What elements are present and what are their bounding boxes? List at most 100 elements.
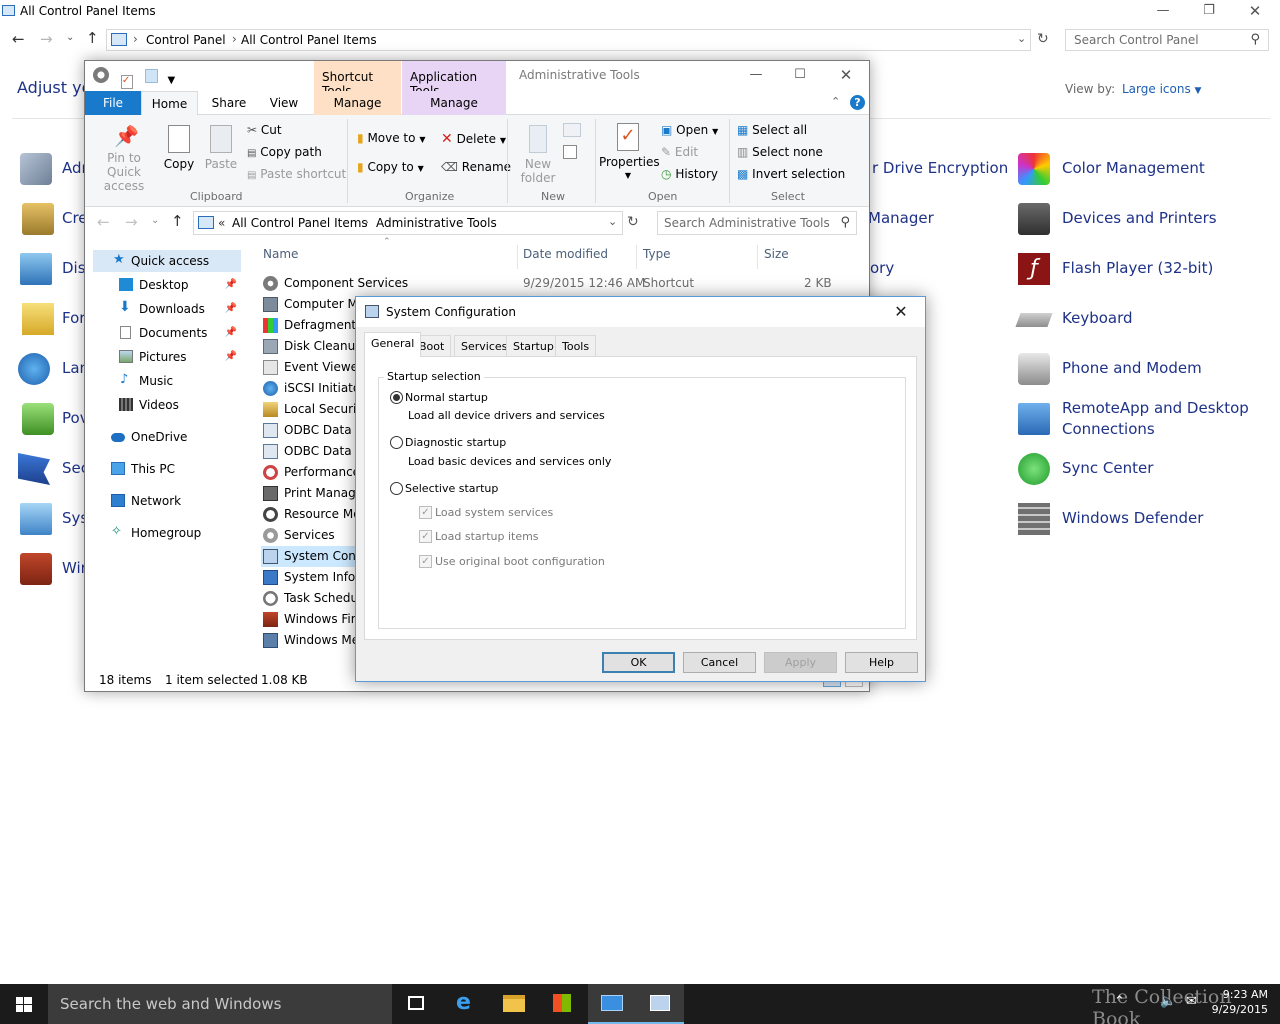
pin-icon[interactable]: 📌 <box>225 327 237 338</box>
gear-icon[interactable] <box>93 67 109 83</box>
search-control-panel-input[interactable]: Search Control Panel ⚲ <box>1065 29 1269 51</box>
column-divider[interactable] <box>517 245 518 269</box>
file-row[interactable]: Component Services 9/29/2015 12:46 AM Sh… <box>261 273 861 294</box>
load-startup-items-checkbox[interactable]: ✓ <box>419 530 432 543</box>
open-button[interactable]: ▣ Open ▼ <box>661 123 718 137</box>
nav-pictures[interactable]: Pictures 📌 <box>93 346 241 368</box>
breadcrumb-control-panel[interactable]: Control Panel <box>146 33 226 47</box>
column-header-size[interactable]: Size <box>764 247 789 261</box>
nav-homegroup[interactable]: ✧ Homegroup <box>93 522 241 544</box>
pin-icon[interactable]: 📌 <box>225 303 237 314</box>
new-folder-icon[interactable] <box>144 69 158 83</box>
move-to-button[interactable]: ▮ Move to ▼ <box>357 131 425 145</box>
control-panel-taskbar-button[interactable] <box>588 984 636 1024</box>
customize-qat-icon[interactable]: ▼ <box>167 75 175 86</box>
column-header-name[interactable]: Name <box>263 247 298 261</box>
refresh-icon[interactable]: ↻ <box>627 214 639 230</box>
nav-this-pc[interactable]: This PC <box>93 458 241 480</box>
up-arrow-icon[interactable]: ↑ <box>171 212 184 230</box>
new-item-icon[interactable] <box>563 123 581 137</box>
cp-item-display[interactable]: Dis <box>62 259 86 277</box>
minimize-button[interactable]: — <box>733 64 779 88</box>
cp-item-color-management[interactable]: Color Management <box>1062 159 1205 177</box>
cp-item-remoteapp-line2[interactable]: Connections <box>1062 420 1155 438</box>
forward-arrow-icon[interactable]: → <box>40 30 53 48</box>
cut-button[interactable]: ✂ Cut <box>247 123 282 137</box>
tab-manage-application[interactable]: Manage <box>402 91 506 115</box>
start-button[interactable] <box>0 984 48 1024</box>
easy-access-icon[interactable] <box>563 145 577 159</box>
close-button[interactable]: ✕ <box>886 301 916 323</box>
invert-selection-button[interactable]: ▩ Invert selection <box>737 167 845 181</box>
refresh-icon[interactable]: ↻ <box>1037 31 1049 47</box>
copy-button[interactable]: Copy <box>159 125 199 171</box>
column-divider[interactable] <box>757 245 758 269</box>
breadcrumb-all-items[interactable]: All Control Panel Items <box>232 216 368 230</box>
column-header-type[interactable]: Type <box>643 247 671 261</box>
back-arrow-icon[interactable]: ← <box>97 213 110 231</box>
breadcrumb-all-items[interactable]: All Control Panel Items <box>241 33 377 47</box>
normal-startup-radio[interactable] <box>390 391 403 404</box>
close-button[interactable]: ✕ <box>1232 0 1278 24</box>
cp-item-sync-center[interactable]: Sync Center <box>1062 459 1153 477</box>
nav-quick-access[interactable]: ★ Quick access <box>93 250 241 272</box>
action-center-icon[interactable]: ✉ <box>1186 994 1197 1009</box>
nav-videos[interactable]: Videos <box>93 394 241 416</box>
cp-item-remoteapp[interactable]: RemoteApp and Desktop <box>1062 399 1249 417</box>
new-folder-button[interactable]: New folder <box>515 125 561 185</box>
up-arrow-icon[interactable]: ↑ <box>86 29 99 47</box>
select-all-button[interactable]: ▦ Select all <box>737 123 807 137</box>
nav-onedrive[interactable]: OneDrive <box>93 426 241 448</box>
store-button[interactable] <box>538 984 586 1024</box>
use-original-boot-checkbox[interactable]: ✓ <box>419 555 432 568</box>
nav-desktop[interactable]: Desktop 📌 <box>93 274 241 296</box>
history-button[interactable]: ◷ History <box>661 167 718 181</box>
view-by-dropdown[interactable]: Large icons ▼ <box>1122 82 1201 96</box>
column-divider[interactable] <box>636 245 637 269</box>
collapse-ribbon-icon[interactable]: ⌃ <box>831 95 840 108</box>
file-explorer-button[interactable] <box>490 984 538 1024</box>
tab-shortcut-tools[interactable]: Shortcut Tools <box>314 61 401 98</box>
ok-button[interactable]: OK <box>602 652 675 673</box>
copy-path-button[interactable]: ▤ Copy path <box>247 145 322 159</box>
edit-button[interactable]: ✎ Edit <box>661 145 698 159</box>
search-administrative-tools-input[interactable]: Search Administrative Tools ⚲ <box>657 211 857 235</box>
paste-shortcut-button[interactable]: ▤ Paste shortcut <box>247 167 346 181</box>
cp-item-bitlocker[interactable]: r Drive Encryption <box>872 159 1008 177</box>
normal-startup-label[interactable]: Normal startup <box>405 391 488 404</box>
tab-file[interactable]: File <box>85 91 141 115</box>
chevron-down-icon[interactable]: ⌄ <box>608 215 617 228</box>
pin-icon[interactable]: 📌 <box>225 351 237 362</box>
nav-music[interactable]: ♪ Music <box>93 370 241 392</box>
diagnostic-startup-label[interactable]: Diagnostic startup <box>405 436 506 449</box>
forward-arrow-icon[interactable]: → <box>125 213 138 231</box>
select-none-button[interactable]: ▥ Select none <box>737 145 823 159</box>
nav-network[interactable]: Network <box>93 490 241 512</box>
tab-tools[interactable]: Tools <box>555 335 597 356</box>
paste-button[interactable]: Paste <box>201 125 241 171</box>
taskbar-clock[interactable]: 9:23 AM 9/29/2015 <box>1208 987 1268 1017</box>
delete-button[interactable]: ✕ Delete ▼ <box>441 131 506 147</box>
cp-item-fonts[interactable]: For <box>62 309 85 327</box>
edge-button[interactable]: e <box>442 984 490 1024</box>
minimize-button[interactable]: — <box>1140 0 1186 24</box>
tab-home[interactable]: Home <box>141 91 198 115</box>
cp-item-phone-modem[interactable]: Phone and Modem <box>1062 359 1202 377</box>
task-view-button[interactable] <box>392 984 440 1024</box>
nav-downloads[interactable]: ⬇ Downloads 📌 <box>93 298 241 320</box>
apply-button[interactable]: Apply <box>764 652 837 673</box>
cp-item-devices-printers[interactable]: Devices and Printers <box>1062 209 1217 227</box>
load-system-services-checkbox[interactable]: ✓ <box>419 506 432 519</box>
chevron-down-icon[interactable]: ⌄ <box>1017 32 1026 45</box>
system-configuration-taskbar-button[interactable] <box>636 984 684 1024</box>
tab-general[interactable]: General <box>364 332 422 357</box>
close-button[interactable]: ✕ <box>823 64 869 88</box>
cp-item-manager[interactable]: Manager <box>868 209 934 227</box>
explorer-address-box[interactable]: « All Control Panel Items › Administrati… <box>193 211 623 235</box>
selective-startup-label[interactable]: Selective startup <box>405 482 498 495</box>
column-header-date[interactable]: Date modified <box>523 247 608 261</box>
help-icon[interactable]: ? <box>850 95 865 110</box>
cancel-button[interactable]: Cancel <box>683 652 756 673</box>
diagnostic-startup-radio[interactable] <box>390 436 403 449</box>
cp-item-keyboard[interactable]: Keyboard <box>1062 309 1133 327</box>
